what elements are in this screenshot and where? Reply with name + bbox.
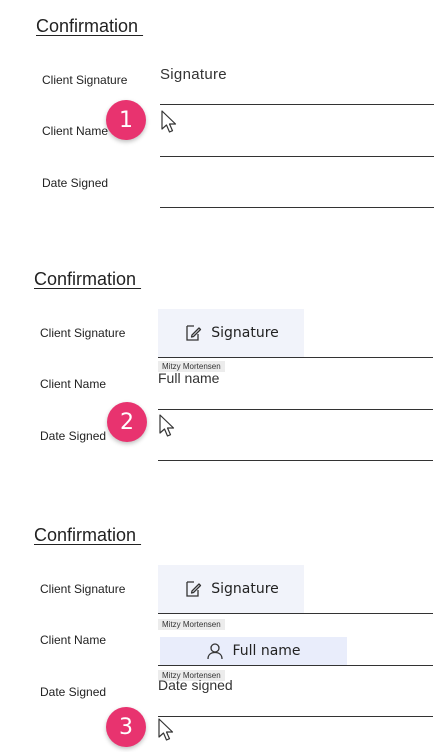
panel-1-heading: Confirmation	[36, 16, 144, 36]
step-badge-1: 1	[106, 100, 146, 140]
panel-3-full-name-button[interactable]: Full name	[160, 637, 347, 665]
panel-2-name-line[interactable]	[158, 409, 433, 410]
step-badge-2: 2	[107, 402, 147, 442]
full-name-button-label: Full name	[232, 643, 301, 659]
panel-3-client-name-label: Client Name	[40, 633, 107, 647]
panel-2-date-signed-label: Date Signed	[40, 429, 107, 443]
signature-button-label: Signature	[211, 581, 279, 597]
panel-1-signature-field-text[interactable]: Signature	[160, 66, 227, 83]
panel-2-date-line[interactable]	[158, 460, 433, 461]
panel-1-client-name-label: Client Name	[42, 124, 109, 138]
panel-1-name-line[interactable]	[160, 156, 434, 157]
person-icon	[206, 642, 224, 660]
date-signed-placeholder: Date signed	[158, 677, 233, 693]
panel-3-heading: Confirmation	[34, 525, 142, 545]
panel-2-client-signature-label: Client Signature	[40, 326, 126, 340]
panel-1-client-signature-label: Client Signature	[42, 73, 128, 87]
panel-3-signature-button[interactable]: Signature	[158, 565, 304, 613]
cursor-icon	[158, 414, 178, 438]
panel-3-date-line[interactable]	[158, 716, 433, 717]
panel-2-heading: Confirmation	[34, 269, 142, 289]
panel-3-client-signature-label: Client Signature	[40, 582, 126, 596]
panel-2-signature-button[interactable]: Signature	[158, 309, 304, 357]
sign-icon	[183, 323, 203, 343]
panel-3-date-signed-label: Date Signed	[40, 685, 107, 699]
full-name-placeholder: Full name	[158, 370, 220, 386]
panel-1-date-signed-label: Date Signed	[42, 176, 109, 190]
panel-1-date-line[interactable]	[160, 207, 434, 208]
panel-2-client-name-label: Client Name	[40, 377, 107, 391]
panel-3-signature-line	[158, 613, 433, 614]
cursor-icon	[157, 718, 177, 742]
sign-icon	[183, 579, 203, 599]
signer-name-tag: Mitzy Mortensen	[158, 619, 225, 630]
panel-1-signature-line	[160, 104, 434, 105]
step-badge-3: 3	[106, 707, 146, 747]
panel-3-name-line	[158, 665, 433, 666]
signature-button-label: Signature	[211, 325, 279, 341]
cursor-icon	[160, 110, 180, 134]
panel-2-signature-line	[158, 357, 433, 358]
